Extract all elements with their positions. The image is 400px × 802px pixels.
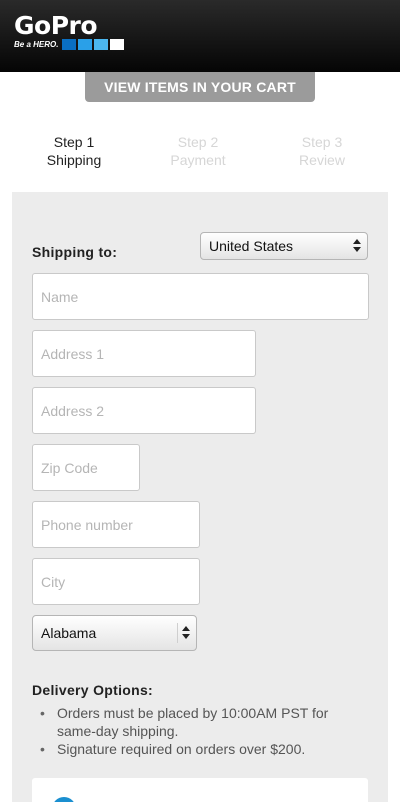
list-item: Signature required on orders over $200. [40, 740, 360, 758]
select-arrows-icon [182, 625, 190, 641]
view-cart-button[interactable]: VIEW ITEMS IN YOUR CART [85, 72, 315, 102]
state-select[interactable]: Alabama [32, 615, 197, 651]
step-number: Step 2 [177, 134, 219, 150]
step-review: Step 3 Review [267, 133, 377, 169]
logo-subline: Be a HERO. [14, 39, 126, 50]
logo-square-1 [62, 39, 77, 50]
step-label: Shipping [46, 152, 102, 168]
step-label: Review [299, 152, 345, 168]
logo-square-4 [110, 39, 125, 50]
list-item: Orders must be placed by 10:00AM PST for… [40, 704, 360, 740]
shipping-to-label: Shipping to: [32, 244, 118, 260]
logo-wordmark: GoPro [14, 11, 98, 40]
state-select-value: Alabama [41, 625, 97, 641]
select-arrows-icon [353, 238, 361, 254]
step-shipping: Step 1 Shipping [19, 133, 129, 169]
country-select[interactable]: United States [200, 232, 368, 260]
name-field[interactable] [32, 273, 369, 320]
delivery-options-title: Delivery Options: [32, 682, 154, 698]
step-number: Step 1 [53, 134, 95, 150]
step-payment: Step 2 Payment [143, 133, 253, 169]
gopro-logo[interactable]: GoPro Be a HERO. [14, 13, 126, 50]
delivery-option-card[interactable] [32, 778, 368, 802]
logo-tagline: Be a HERO. [14, 40, 59, 49]
radio-icon[interactable] [52, 797, 76, 802]
country-select-value: United States [209, 238, 294, 254]
address1-field[interactable] [32, 330, 256, 377]
zip-code-field[interactable] [32, 444, 140, 491]
logo-square-2 [78, 39, 93, 50]
step-number: Step 3 [301, 134, 343, 150]
address2-field[interactable] [32, 387, 256, 434]
delivery-options-list: Orders must be placed by 10:00AM PST for… [40, 704, 360, 758]
app-header: GoPro Be a HERO. [0, 0, 400, 72]
city-field[interactable] [32, 558, 200, 605]
step-label: Payment [170, 152, 226, 168]
logo-square-3 [94, 39, 109, 50]
select-divider [177, 623, 178, 643]
phone-field[interactable] [32, 501, 200, 548]
